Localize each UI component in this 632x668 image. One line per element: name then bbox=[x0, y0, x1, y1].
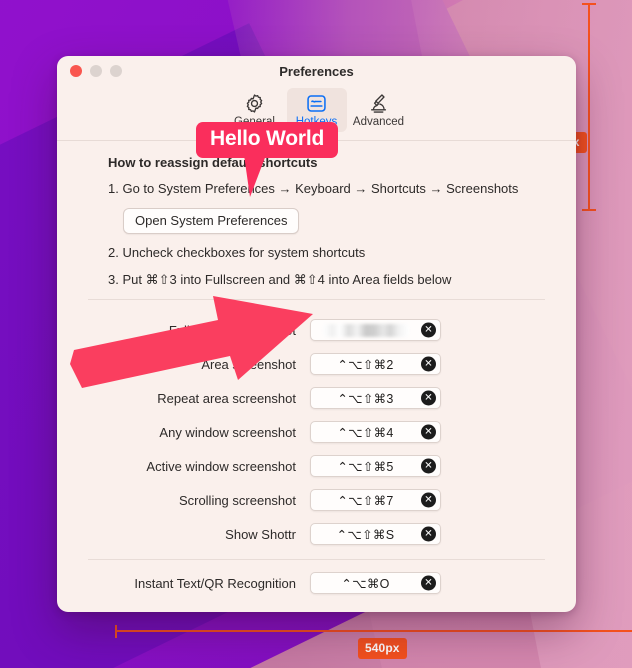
shortcut-input[interactable]: ⌃⌥⇧⌘7 ✕ bbox=[310, 489, 441, 512]
close-button[interactable] bbox=[70, 65, 82, 77]
shortcut-input[interactable]: ⌃⌥⌘O ✕ bbox=[310, 572, 441, 595]
shortcut-row: Fullscreen screenshot ✕ bbox=[88, 313, 545, 347]
clear-shortcut-icon[interactable]: ✕ bbox=[421, 390, 436, 406]
shortcut-rows: Fullscreen screenshot ✕ Area screenshot ⌃⌥⇧… bbox=[81, 300, 552, 551]
tab-advanced-label: Advanced bbox=[352, 116, 405, 128]
howto-step-3: 3. Put ⌘⇧3 into Fullscreen and ⌘⇧4 into … bbox=[108, 272, 452, 288]
shortcut-input[interactable]: ⌃⌥⇧⌘2 ✕ bbox=[310, 353, 441, 376]
shortcut-row: Any window screenshot ⌃⌥⇧⌘4 ✕ bbox=[88, 415, 545, 449]
width-measure-cap-left bbox=[115, 625, 117, 638]
tab-general-label: General bbox=[234, 116, 275, 128]
microscope-icon bbox=[367, 92, 390, 115]
clear-shortcut-icon[interactable]: ✕ bbox=[421, 424, 436, 440]
shortcut-value: ⌃⌥⇧⌘3 bbox=[337, 391, 394, 406]
shortcut-value: ⌃⌥⇧⌘5 bbox=[337, 459, 394, 474]
preferences-window: Preferences General Hotkeys Advanced How… bbox=[57, 56, 576, 612]
redacted-shortcut-value bbox=[322, 323, 409, 337]
tab-hotkeys[interactable]: Hotkeys bbox=[286, 88, 347, 132]
keyboard-icon bbox=[305, 92, 328, 115]
window-title: Preferences bbox=[279, 63, 354, 79]
extra-shortcut-row-container: Instant Text/QR Recognition ⌃⌥⌘O ✕ bbox=[81, 566, 552, 600]
section-divider-bottom bbox=[88, 559, 545, 561]
shortcut-row: Scrolling screenshot ⌃⌥⇧⌘7 ✕ bbox=[88, 483, 545, 517]
shortcut-row: Active window screenshot ⌃⌥⇧⌘5 ✕ bbox=[88, 449, 545, 483]
clear-shortcut-icon[interactable]: ✕ bbox=[421, 575, 436, 591]
hotkeys-panel: How to reassign default shortcuts 1. Go … bbox=[57, 141, 576, 601]
tab-hotkeys-label: Hotkeys bbox=[295, 116, 338, 128]
howto-step-2: 2. Uncheck checkboxes for system shortcu… bbox=[108, 244, 366, 260]
shortcut-input[interactable]: ⌃⌥⇧⌘S ✕ bbox=[310, 523, 441, 546]
shortcut-row: Repeat area screenshot ⌃⌥⇧⌘3 ✕ bbox=[88, 381, 545, 415]
width-measure-badge: 540px bbox=[358, 638, 407, 659]
shortcut-input[interactable]: ⌃⌥⇧⌘3 ✕ bbox=[310, 387, 441, 410]
shortcut-value: ⌃⌥⇧⌘7 bbox=[337, 493, 394, 508]
height-measure-line bbox=[588, 4, 590, 211]
shortcut-row-label: Instant Text/QR Recognition bbox=[134, 575, 296, 591]
shortcut-input[interactable]: ⌃⌥⇧⌘4 ✕ bbox=[310, 421, 441, 444]
height-measure-cap-bottom bbox=[582, 209, 596, 211]
shortcut-row-label: Scrolling screenshot bbox=[178, 492, 296, 508]
shortcut-row-label: Repeat area screenshot bbox=[157, 390, 296, 406]
tab-advanced[interactable]: Advanced bbox=[349, 88, 409, 132]
minimize-button[interactable] bbox=[90, 65, 102, 77]
shortcut-row-label: Active window screenshot bbox=[146, 458, 296, 474]
window-titlebar[interactable]: Preferences bbox=[57, 56, 576, 86]
width-measure-line bbox=[116, 630, 632, 632]
gear-icon bbox=[243, 92, 266, 115]
shortcut-input[interactable]: ✕ bbox=[310, 319, 441, 342]
clear-shortcut-icon[interactable]: ✕ bbox=[421, 356, 436, 372]
shortcut-row-label: Show Shottr bbox=[225, 526, 296, 542]
traffic-lights bbox=[70, 65, 122, 77]
clear-shortcut-icon[interactable]: ✕ bbox=[421, 526, 436, 542]
howto-heading: How to reassign default shortcuts bbox=[108, 154, 318, 170]
clear-shortcut-icon[interactable]: ✕ bbox=[421, 458, 436, 474]
shortcut-input[interactable]: ⌃⌥⇧⌘5 ✕ bbox=[310, 455, 441, 478]
clear-shortcut-icon[interactable]: ✕ bbox=[421, 322, 436, 338]
shortcut-row: Show Shottr ⌃⌥⇧⌘S ✕ bbox=[88, 517, 545, 551]
zoom-button[interactable] bbox=[110, 65, 122, 77]
shortcut-row-label: Area screenshot bbox=[201, 356, 296, 372]
shortcut-value: ⌃⌥⇧⌘4 bbox=[337, 425, 394, 440]
howto-step-1: 1. Go to System Preferences → Keyboard →… bbox=[108, 180, 519, 196]
shortcut-value: ⌃⌥⌘O bbox=[341, 576, 390, 591]
shortcut-row-label: Fullscreen screenshot bbox=[168, 322, 296, 338]
shortcut-value: ⌃⌥⇧⌘S bbox=[336, 527, 395, 542]
height-measure-cap-top bbox=[582, 3, 596, 5]
preferences-toolbar: General Hotkeys Advanced bbox=[57, 86, 576, 140]
shortcut-row-label: Any window screenshot bbox=[159, 424, 296, 440]
clear-shortcut-icon[interactable]: ✕ bbox=[421, 492, 436, 508]
shortcut-value: ⌃⌥⇧⌘2 bbox=[337, 357, 394, 372]
shortcut-row: Area screenshot ⌃⌥⇧⌘2 ✕ bbox=[88, 347, 545, 381]
open-system-preferences-button[interactable]: Open System Preferences bbox=[123, 207, 300, 234]
shortcut-row: Instant Text/QR Recognition ⌃⌥⌘O ✕ bbox=[88, 566, 545, 600]
tab-general[interactable]: General bbox=[225, 88, 285, 132]
